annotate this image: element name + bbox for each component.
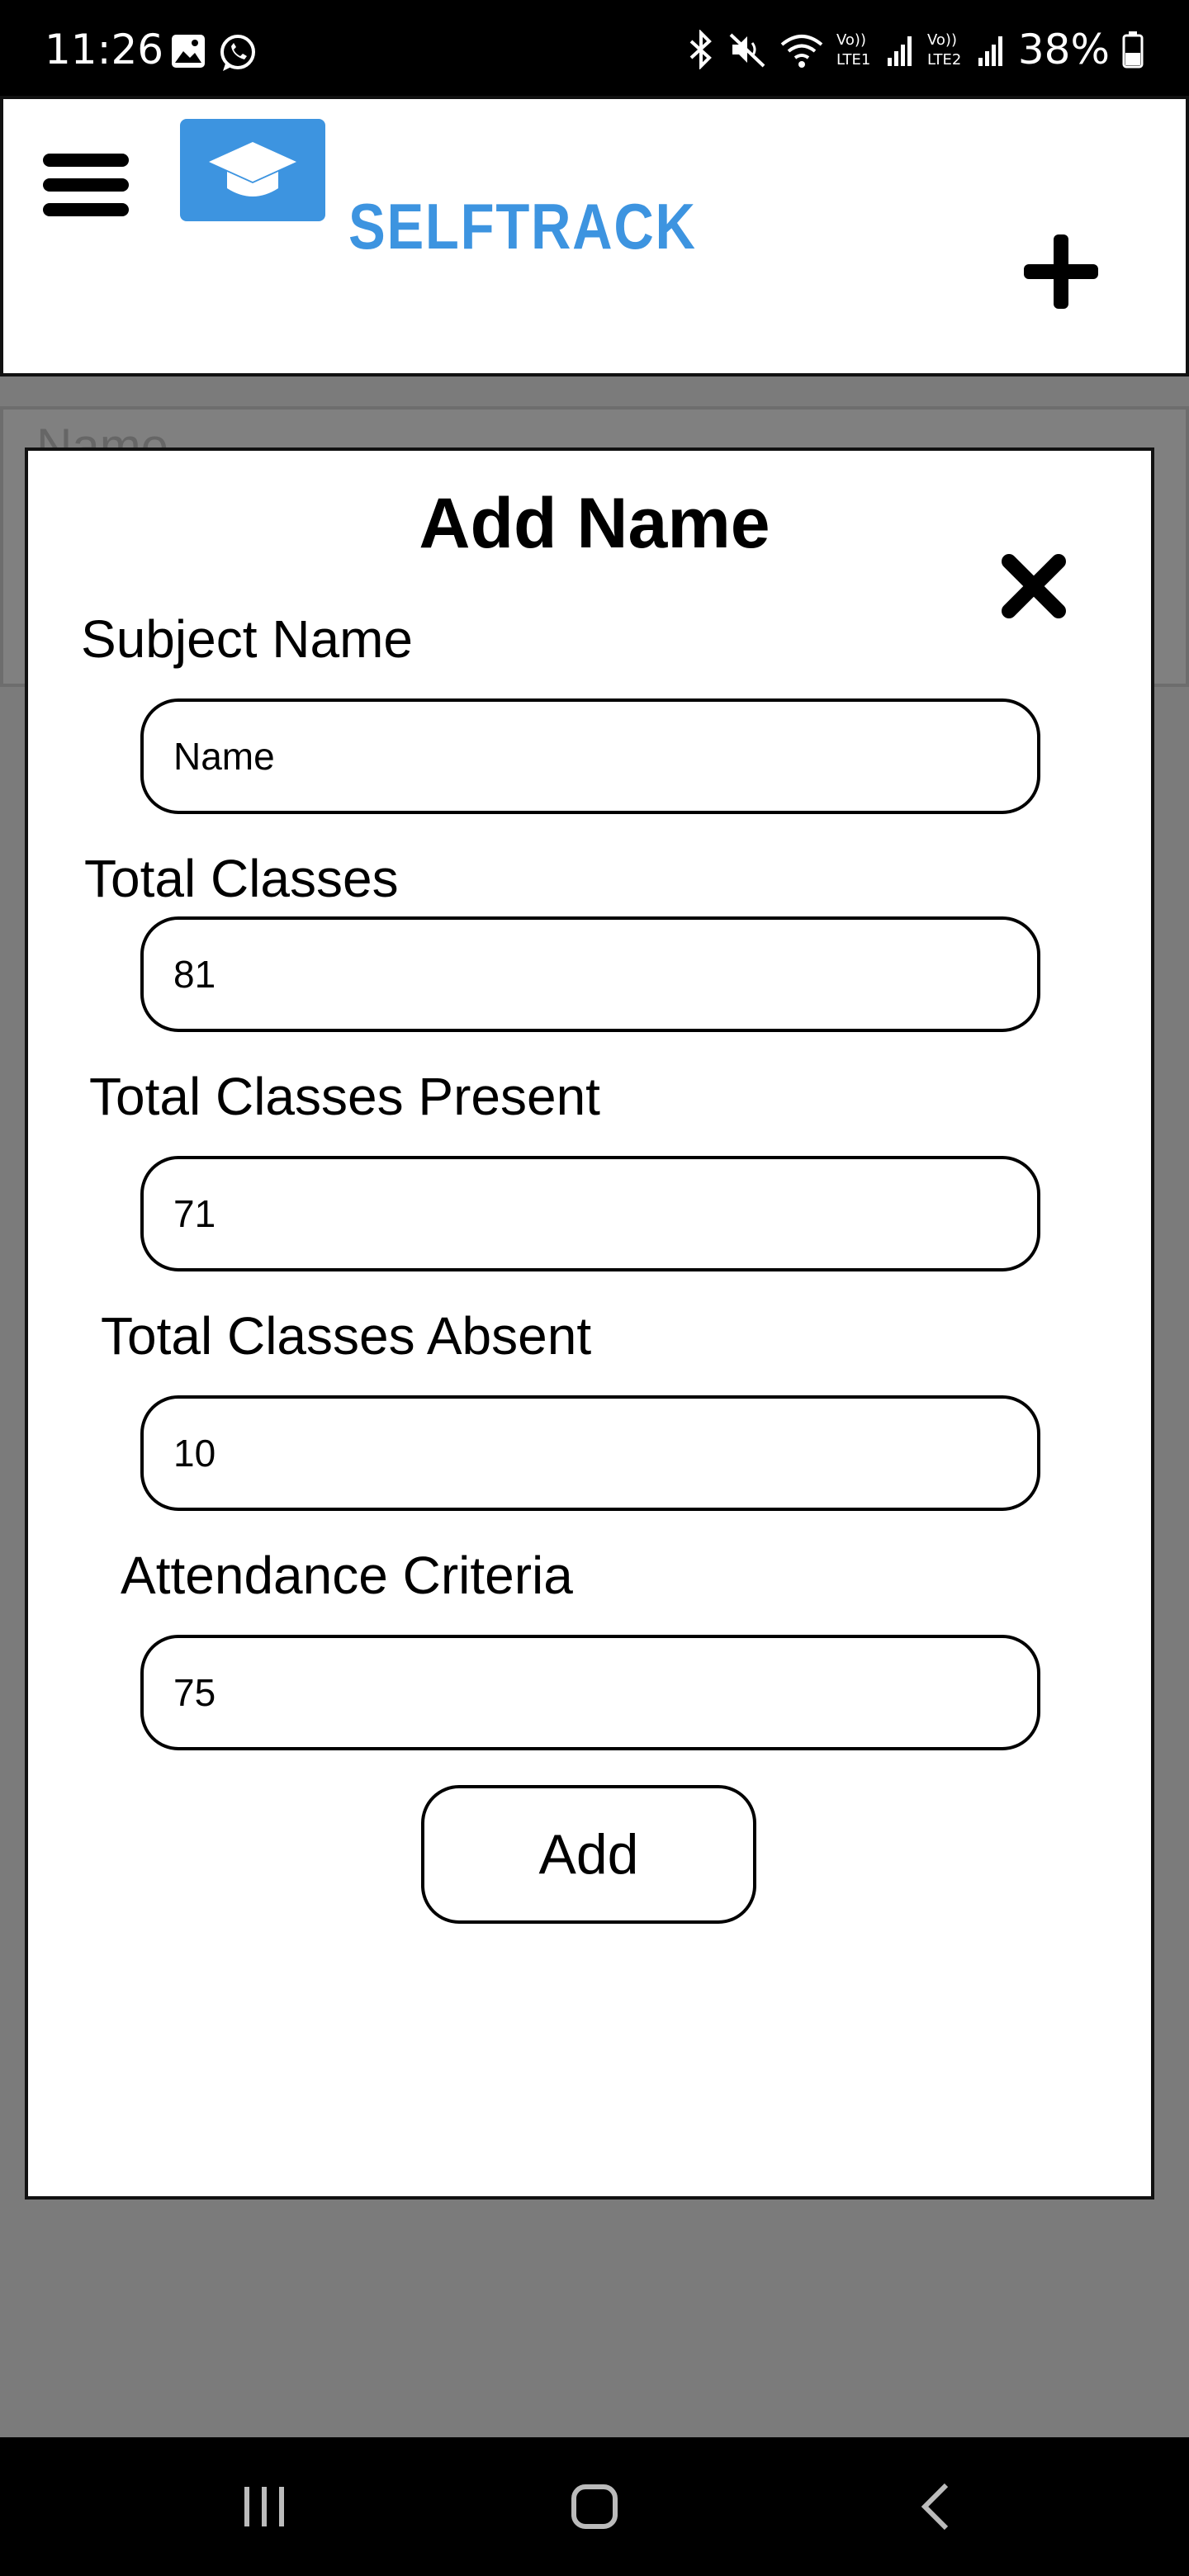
svg-text:Vo)): Vo)) <box>927 31 957 49</box>
graduation-cap-icon <box>209 142 296 197</box>
status-bar: 11:26 Vo)) LTE1 Vo)) LTE2 38% <box>0 0 1189 96</box>
home-icon[interactable] <box>570 2479 619 2535</box>
plus-icon[interactable] <box>1024 234 1098 309</box>
whatsapp-icon <box>220 35 255 71</box>
total-classes-absent-input[interactable] <box>140 1395 1040 1511</box>
total-classes-present-label: Total Classes Present <box>89 1067 600 1126</box>
hamburger-menu-icon[interactable] <box>43 154 129 216</box>
close-icon[interactable] <box>1001 553 1067 619</box>
volte1-signal-icon: Vo)) LTE1 <box>836 31 912 69</box>
add-button[interactable]: Add <box>421 1785 756 1924</box>
total-classes-label: Total Classes <box>84 849 399 908</box>
app-logo-text: SELFTRACK <box>348 190 697 263</box>
total-classes-absent-label: Total Classes Absent <box>101 1306 592 1366</box>
svg-text:Vo)): Vo)) <box>836 31 866 49</box>
svg-text:LTE1: LTE1 <box>836 51 870 69</box>
svg-text:LTE2: LTE2 <box>927 51 961 69</box>
subject-name-input[interactable] <box>140 698 1040 814</box>
battery-icon <box>1122 31 1144 69</box>
subject-name-label: Subject Name <box>81 609 413 669</box>
back-icon[interactable] <box>912 2479 961 2535</box>
total-classes-present-input[interactable] <box>140 1156 1040 1271</box>
attendance-criteria-input[interactable] <box>140 1635 1040 1750</box>
bluetooth-icon <box>689 30 712 69</box>
volte2-signal-icon: Vo)) LTE2 <box>927 31 1002 69</box>
logo-mark <box>180 119 325 221</box>
status-time: 11:26 <box>45 26 164 73</box>
wifi-icon <box>780 35 823 68</box>
mute-icon <box>729 33 765 68</box>
status-left-icons <box>170 33 258 73</box>
total-classes-input[interactable] <box>140 916 1040 1032</box>
gallery-icon <box>172 35 205 68</box>
recents-icon[interactable] <box>239 2479 289 2535</box>
system-nav-bar <box>0 2437 1189 2576</box>
battery-percentage: 38% <box>1017 26 1110 73</box>
status-right-icons: Vo)) LTE1 Vo)) LTE2 38% <box>686 25 1144 74</box>
attendance-criteria-label: Attendance Criteria <box>121 1546 573 1605</box>
